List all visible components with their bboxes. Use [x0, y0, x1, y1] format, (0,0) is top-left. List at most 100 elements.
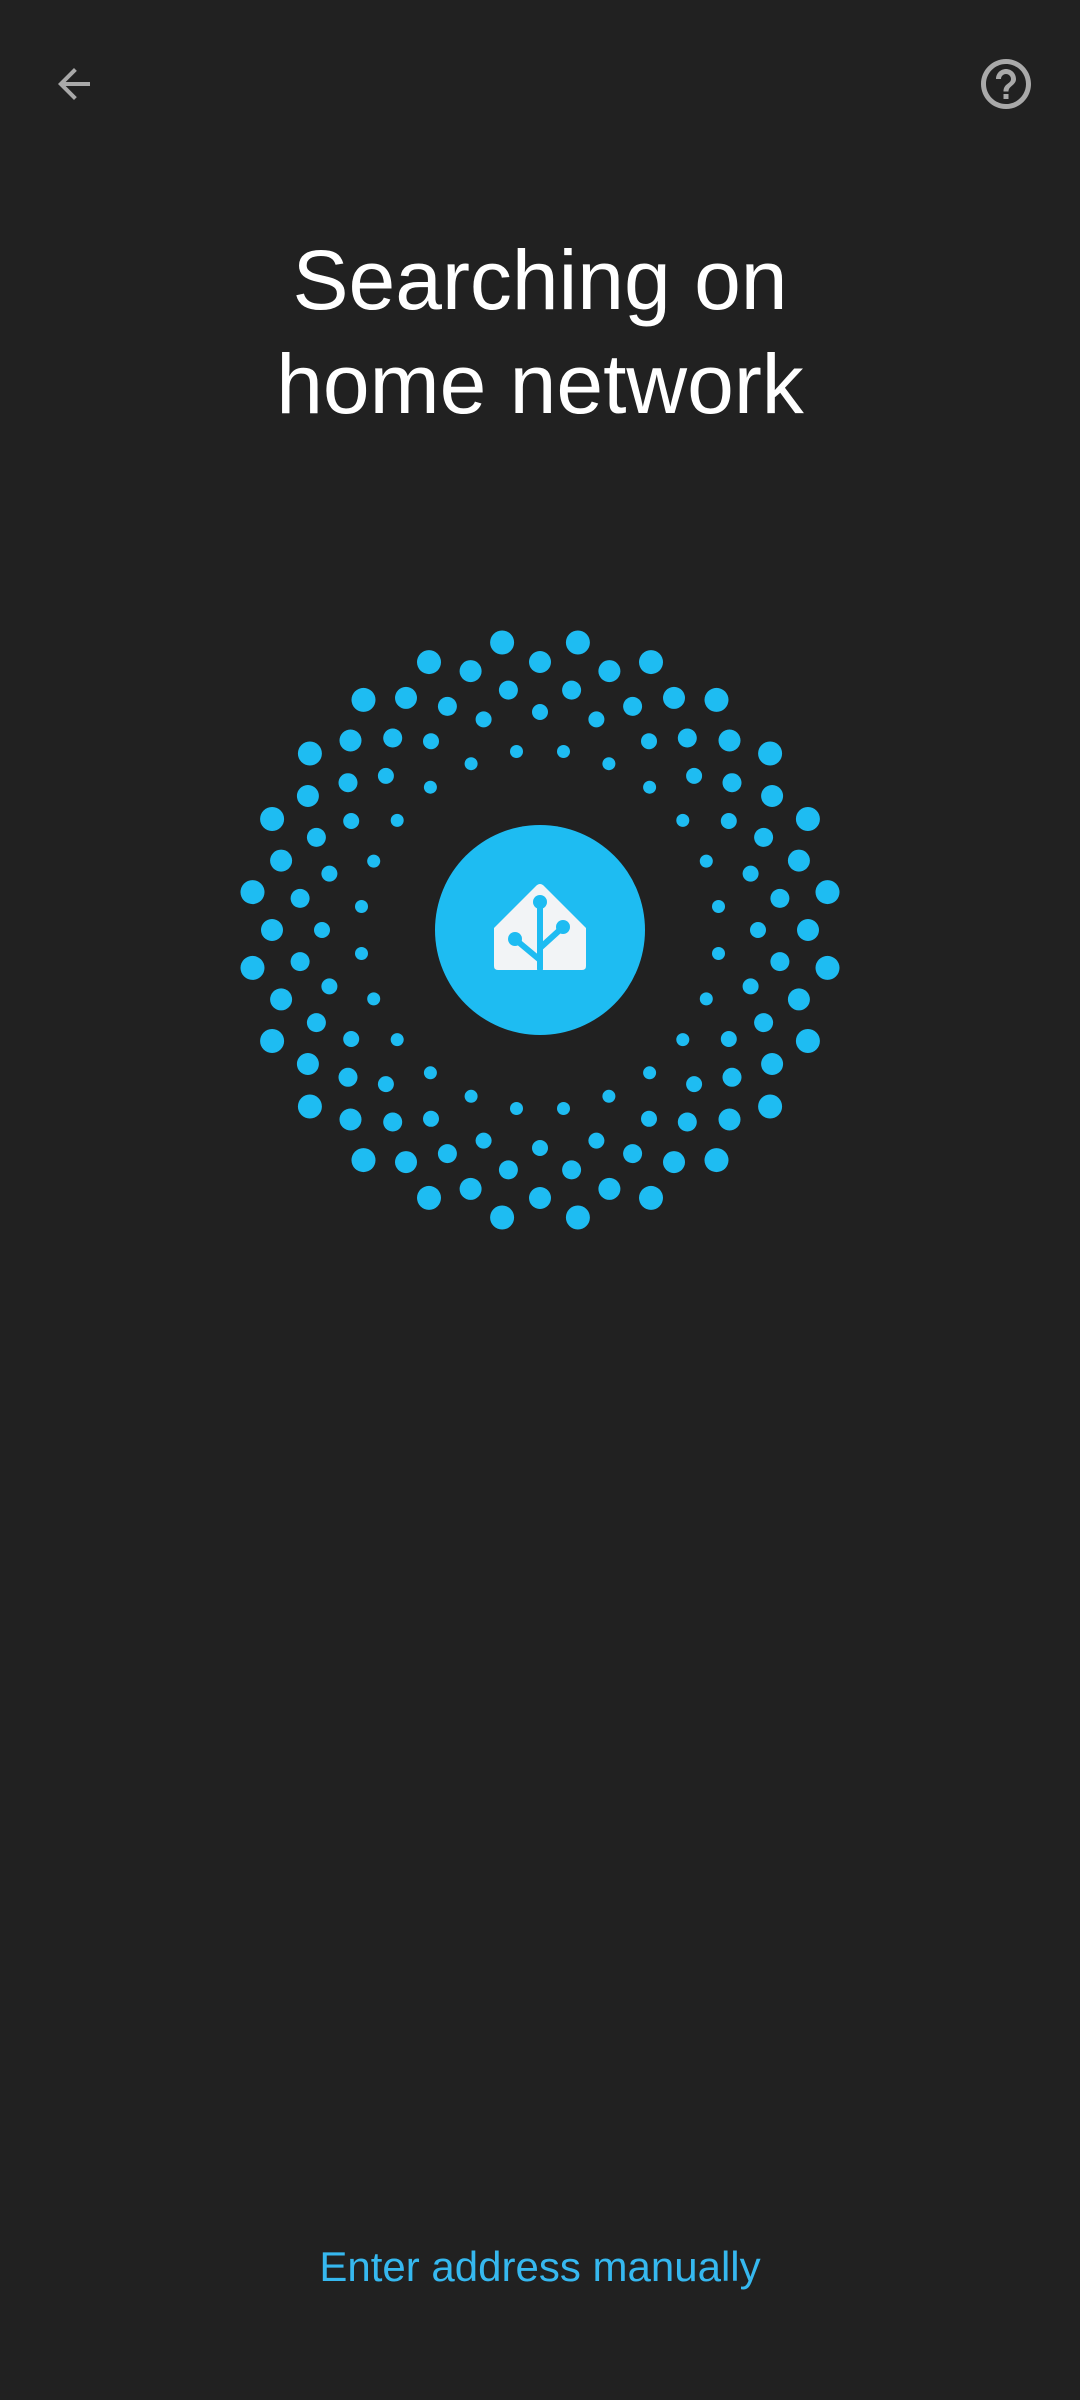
radar-dot [290, 952, 310, 972]
radar-dot [290, 888, 310, 908]
radar-dot [699, 854, 713, 868]
radar-dot [815, 880, 840, 905]
radar-dot [367, 854, 381, 868]
radar-dot [417, 1185, 441, 1210]
radar-dot [270, 849, 293, 872]
radar-dot [459, 660, 482, 683]
radar-dot [639, 650, 663, 675]
radar-dot [367, 992, 381, 1006]
radar-dot [562, 680, 582, 700]
radar-dot [377, 767, 394, 784]
radar-dot [532, 1140, 548, 1156]
radar-dot [261, 919, 283, 941]
radar-dot [383, 1112, 403, 1132]
radar-dot [339, 1108, 362, 1131]
radar-dot [395, 686, 417, 709]
radar-dot [437, 696, 457, 716]
radar-dot [712, 947, 725, 960]
radar-dot [240, 955, 265, 980]
radar-dot [663, 686, 685, 709]
radar-dot [641, 733, 657, 750]
radar-dot [676, 1033, 690, 1047]
help-button[interactable] [946, 24, 1066, 144]
radar-dot [314, 922, 330, 938]
radar-dot [761, 785, 784, 807]
radar-dot [750, 922, 766, 938]
radar-dot [423, 1110, 439, 1127]
radar-dot [490, 1205, 515, 1230]
radar-dot [797, 919, 819, 941]
radar-dot [557, 745, 570, 758]
radar-dot [351, 1148, 376, 1173]
radar-dot [510, 745, 523, 758]
radar-dot [383, 728, 403, 748]
radar-dot [720, 813, 737, 829]
radar-dot [758, 741, 783, 766]
radar-dot [562, 1160, 582, 1180]
radar-dot [529, 651, 551, 673]
radar-dot [355, 900, 368, 913]
radar-dot [565, 1205, 590, 1230]
radar-dot [602, 757, 616, 771]
radar-dot [720, 1031, 737, 1047]
radar-dot [770, 888, 790, 908]
radar-dot [390, 1033, 404, 1047]
radar-dot [475, 1132, 492, 1149]
radar-dot [758, 1094, 783, 1119]
radar-dot [532, 704, 548, 720]
radar-dot [306, 1013, 326, 1033]
radar-dot [355, 947, 368, 960]
radar-dot [677, 1112, 697, 1132]
radar-dot [557, 1102, 570, 1115]
radar-dot [754, 1013, 774, 1033]
radar-dot [588, 711, 605, 728]
radar-dot [338, 773, 358, 793]
radar-dot [676, 813, 690, 827]
radar-dot [260, 1029, 285, 1053]
radar-dot [722, 1067, 742, 1087]
radar-dot [588, 1132, 605, 1149]
radar-dot [677, 728, 697, 748]
back-button[interactable] [14, 24, 134, 144]
radar-dot [529, 1187, 551, 1209]
radar-dot [795, 1029, 820, 1053]
radar-dot [417, 650, 441, 675]
enter-address-manually-link[interactable]: Enter address manually [0, 2235, 1080, 2299]
radar-dot [686, 1076, 703, 1093]
radar-dot [343, 813, 360, 829]
radar-dot [663, 1151, 685, 1174]
radar-dot [787, 988, 810, 1011]
radar-dot [795, 807, 820, 831]
radar-dot [718, 729, 741, 752]
radar-dot [395, 1151, 417, 1174]
radar-dot [377, 1076, 394, 1093]
radar-dot [498, 680, 518, 700]
help-circle-icon [981, 59, 1031, 109]
radar-dot [770, 952, 790, 972]
radar-dot [787, 849, 810, 872]
radar-dot [297, 1094, 322, 1119]
radar-dot [704, 687, 729, 712]
arrow-back-icon [58, 68, 90, 100]
radar-dot [297, 741, 322, 766]
radar-dot [459, 1177, 482, 1200]
radar-dot [240, 880, 265, 905]
radar-dot [321, 978, 338, 995]
radar-dot [565, 630, 590, 655]
radar-dot [475, 711, 492, 728]
radar-dot [423, 733, 439, 750]
radar-dot [321, 865, 338, 882]
radar-dot [306, 827, 326, 847]
radar-dot [423, 1066, 437, 1080]
radar-dot [761, 1053, 784, 1075]
radar-dot [260, 807, 285, 831]
radar-dot [686, 767, 703, 784]
radar-dot [718, 1108, 741, 1131]
radar-dot [598, 660, 621, 683]
radar-dot [498, 1160, 518, 1180]
radar-dot [704, 1148, 729, 1173]
radar-dot [296, 785, 319, 807]
radar-dot [602, 1089, 616, 1103]
radar-dot [270, 988, 293, 1011]
radar-dot [351, 687, 376, 712]
